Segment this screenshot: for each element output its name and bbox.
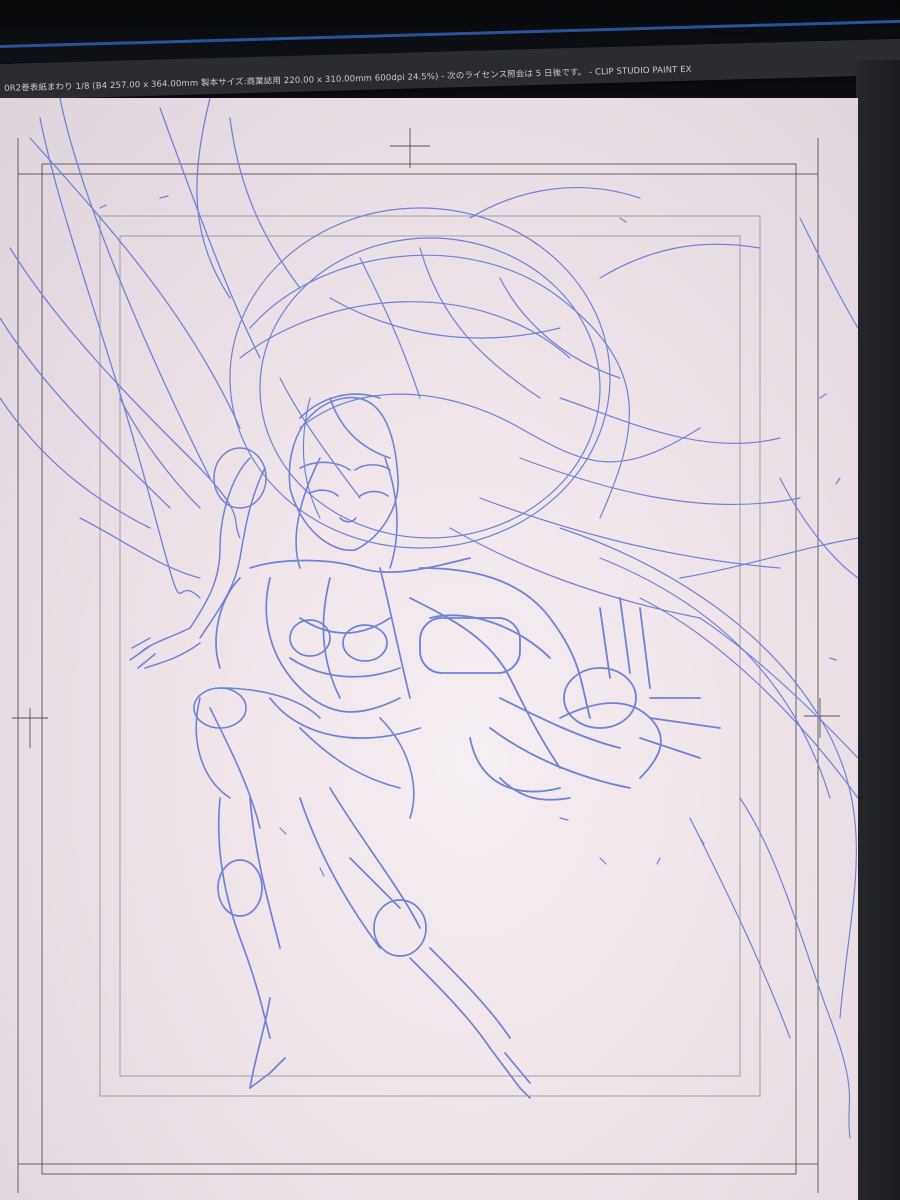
- trailing-strands: [559, 217, 858, 1139]
- leg-strokes: [217, 787, 531, 1099]
- stray-marks: [99, 195, 841, 877]
- crop-marks: [12, 128, 840, 1193]
- monitor-screen: 0R2巻表紙まわり 1/8 (B4 257.00 x 364.00mm 製本サイ…: [0, 0, 900, 1200]
- sketch-layer[interactable]: [0, 98, 858, 1200]
- wing-strokes: [0, 98, 301, 599]
- drawing-canvas[interactable]: [0, 98, 858, 1200]
- right-tool-panel[interactable]: [856, 60, 900, 1200]
- torso-strokes: [215, 557, 471, 739]
- hair-strokes: [229, 186, 801, 619]
- right-arm-strokes: [409, 567, 721, 801]
